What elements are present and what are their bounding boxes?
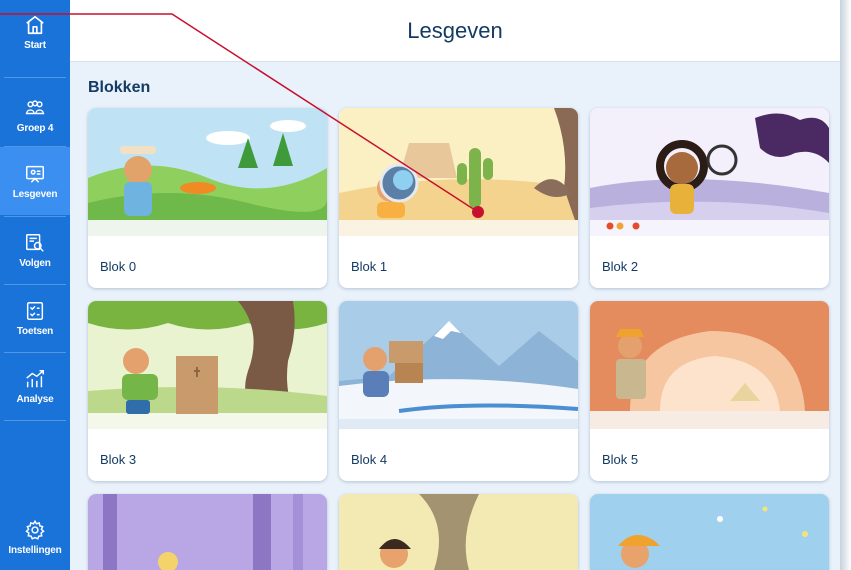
- sidebar-item-lesgeven[interactable]: Lesgeven: [0, 147, 70, 215]
- block-illustration: [339, 494, 578, 570]
- divider: [4, 284, 66, 285]
- sidebar-item-volgen[interactable]: Volgen: [0, 218, 70, 282]
- sidebar-item-label: Groep 4: [16, 122, 54, 134]
- section-title: Blokken: [88, 79, 151, 96]
- block-illustration: [88, 301, 327, 429]
- block-card-label: Blok 0: [100, 259, 137, 274]
- sidebar-nav: Start Groep 4 Lesgeven Volgen Toetsen An…: [0, 0, 70, 570]
- sidebar-item-label: Toetsen: [16, 325, 54, 337]
- sidebar-item-start[interactable]: Start: [0, 14, 70, 74]
- sidebar-item-label: Lesgeven: [12, 188, 58, 200]
- sidebar-item-label: Analyse: [16, 393, 54, 405]
- divider: [4, 420, 66, 421]
- block-card-label: Blok 5: [602, 452, 639, 467]
- main-content: Lesgeven Blokken Blok 0 Blok 1 Blok 2 Bl…: [70, 0, 840, 570]
- sidebar-item-instellingen[interactable]: Instellingen: [0, 508, 70, 566]
- block-card-7[interactable]: [339, 494, 578, 570]
- block-illustration: [88, 108, 327, 236]
- sidebar-item-groep[interactable]: Groep 4: [0, 86, 70, 144]
- block-illustration: [590, 494, 829, 570]
- app-window: Start Groep 4 Lesgeven Volgen Toetsen An…: [0, 0, 851, 570]
- block-illustration: [590, 108, 829, 236]
- test-checklist-icon: [26, 301, 44, 320]
- home-icon: [26, 15, 44, 35]
- block-card-label: Blok 2: [602, 259, 639, 274]
- block-card-0[interactable]: Blok 0: [88, 108, 327, 288]
- sidebar-item-toetsen[interactable]: Toetsen: [0, 286, 70, 350]
- divider: [4, 77, 66, 78]
- block-card-8[interactable]: [590, 494, 829, 570]
- block-illustration: [339, 108, 578, 236]
- page-header: Lesgeven: [70, 0, 840, 62]
- window-edge: [840, 0, 851, 570]
- sidebar-item-label: Instellingen: [8, 544, 62, 556]
- teach-board-icon: [26, 165, 44, 183]
- follow-search-icon: [26, 233, 44, 252]
- block-illustration: [590, 301, 829, 429]
- block-illustration: [339, 301, 578, 429]
- divider: [4, 352, 66, 353]
- block-card-label: Blok 3: [100, 452, 137, 467]
- analysis-chart-icon: [26, 369, 44, 387]
- gear-icon: [25, 519, 45, 540]
- sidebar-item-analyse[interactable]: Analyse: [0, 354, 70, 418]
- sidebar-item-label: Start: [24, 40, 46, 51]
- block-card-label: Blok 1: [351, 259, 388, 274]
- block-card-5[interactable]: Blok 5: [590, 301, 829, 481]
- block-card-4[interactable]: Blok 4: [339, 301, 578, 481]
- block-card-6[interactable]: [88, 494, 327, 570]
- page-title: Lesgeven: [407, 17, 503, 43]
- block-card-3[interactable]: Blok 3: [88, 301, 327, 481]
- sidebar-item-label: Volgen: [19, 257, 51, 269]
- block-card-1[interactable]: Blok 1: [339, 108, 578, 288]
- block-illustration: [88, 494, 327, 570]
- divider: [4, 216, 66, 217]
- block-card-label: Blok 4: [351, 452, 388, 467]
- group-icon: [25, 99, 45, 114]
- block-card-2[interactable]: Blok 2: [590, 108, 829, 288]
